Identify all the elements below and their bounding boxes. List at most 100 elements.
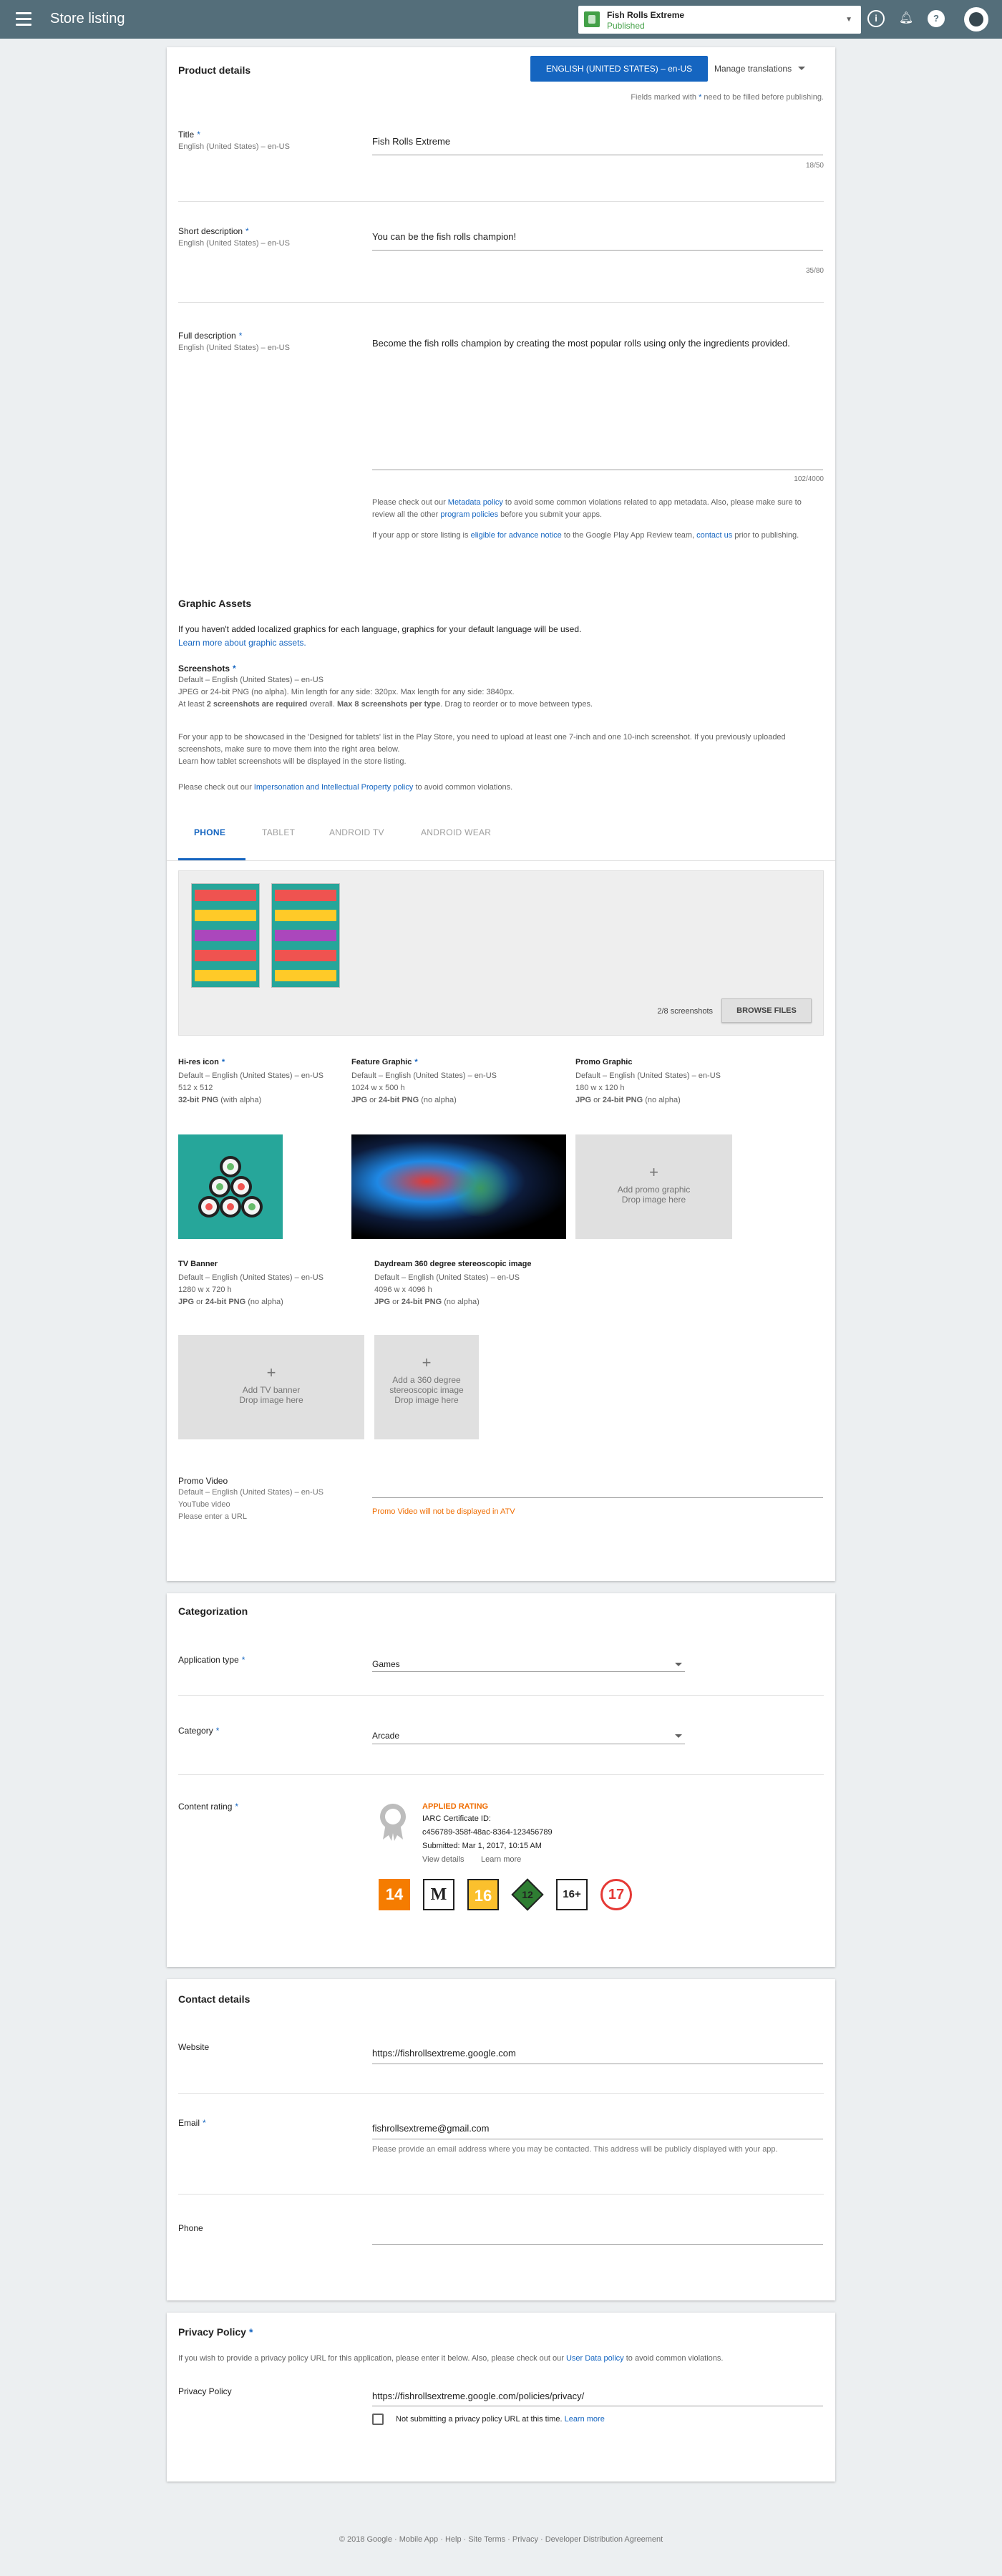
section-title-product: Product details [178, 64, 251, 76]
daydream-default: Default – English (United States) – en-U… [374, 1273, 520, 1282]
product-details-card: Product details ENGLISH (UNITED STATES) … [167, 47, 835, 1581]
website-label: Website [178, 2042, 210, 2052]
daydream-size: 4096 w x 4096 h [374, 1285, 432, 1294]
promo-format: JPG or 24-bit PNG (no alpha) [575, 1096, 681, 1104]
tab-phone[interactable]: PHONE [194, 827, 225, 837]
full-desc-counter: 102/4000 [794, 475, 824, 483]
content-rating-label: Content rating * [178, 1802, 239, 1812]
daydream-dropzone[interactable]: + Add a 360 degree stereoscopic image Dr… [374, 1335, 479, 1439]
tablet-learn-link[interactable]: Learn how tablet screenshots will be dis… [178, 756, 407, 768]
screenshots-spec: JPEG or 24-bit PNG (no alpha). Min lengt… [178, 688, 515, 696]
feature-format: JPG or 24-bit PNG (no alpha) [351, 1096, 457, 1104]
app-type-underline [372, 1671, 685, 1672]
tab-android-tv[interactable]: ANDROID TV [329, 827, 384, 837]
app-switcher[interactable]: Fish Rolls Extreme Published ▼ [578, 6, 861, 34]
program-policies-link[interactable]: program policies [440, 510, 498, 519]
daydream-format: JPG or 24-bit PNG (no alpha) [374, 1298, 480, 1306]
app-type-select[interactable]: Games [372, 1659, 400, 1669]
title-label: Title * [178, 130, 200, 140]
tab-tablet[interactable]: TABLET [262, 827, 295, 837]
full-desc-input[interactable]: Become the fish rolls champion by creati… [372, 336, 823, 350]
rating-badge-iarc: 16+ [556, 1879, 588, 1910]
section-title-privacy: Privacy Policy * [178, 2326, 253, 2338]
required-note: Fields marked with * need to be filled b… [631, 93, 824, 102]
screenshots-requirements: At least 2 screenshots are required over… [178, 700, 593, 709]
learn-more-link[interactable]: Learn more [481, 1854, 521, 1866]
contact-us-link[interactable]: contact us [696, 531, 732, 540]
video-warning: Promo Video will not be displayed in ATV [372, 1507, 515, 1516]
user-data-policy-link[interactable]: User Data policy [566, 2354, 624, 2363]
divider [178, 201, 824, 202]
plus-icon: + [649, 1163, 658, 1181]
phone-label: Phone [178, 2223, 203, 2233]
email-label: Email * [178, 2118, 206, 2128]
tv-banner-dropzone[interactable]: + Add TV banner Drop image here [178, 1335, 364, 1439]
daydream-add-text: Add a 360 degree stereoscopic image [389, 1375, 464, 1395]
advance-notice-link[interactable]: eligible for advance notice [471, 531, 562, 540]
metadata-policy-note: Please check out our Metadata policy to … [372, 498, 802, 519]
app-status: Published [607, 21, 645, 31]
chevron-down-icon[interactable] [675, 1663, 682, 1666]
language-button[interactable]: ENGLISH (UNITED STATES) – en-US [530, 56, 708, 82]
tabs-divider [167, 860, 835, 861]
feature-graphic-image[interactable] [351, 1134, 566, 1239]
manage-translations-button[interactable]: Manage translations [714, 64, 806, 74]
screenshot-thumbnail[interactable] [191, 883, 260, 988]
help-icon[interactable]: ? [928, 10, 945, 27]
promo-graphic-label: Promo Graphic [575, 1058, 633, 1066]
tv-default: Default – English (United States) – en-U… [178, 1273, 324, 1282]
ip-policy-link[interactable]: Impersonation and Intellectual Property … [254, 783, 414, 792]
categorization-card: Categorization Application type * Games C… [167, 1593, 835, 1967]
menu-icon[interactable] [16, 12, 31, 26]
rating-badge-pegi: 16 [467, 1879, 499, 1910]
no-privacy-checkbox[interactable] [372, 2414, 384, 2425]
divider [178, 1695, 824, 1696]
metadata-policy-link[interactable]: Metadata policy [448, 498, 503, 507]
website-input[interactable]: https://fishrollsextreme.google.com [372, 2048, 516, 2059]
section-title-categorization: Categorization [178, 1605, 248, 1617]
screenshots-default: Default – English (United States) – en-U… [178, 676, 324, 684]
short-desc-input[interactable]: You can be the fish rolls champion! [372, 231, 516, 242]
email-input[interactable]: fishrollsextreme@gmail.com [372, 2123, 489, 2134]
screenshots-drop-area[interactable]: 2/8 screenshots BROWSE FILES [178, 870, 824, 1036]
app-avatar-icon [584, 11, 600, 27]
app-type-label: Application type * [178, 1655, 245, 1665]
category-select[interactable]: Arcade [372, 1731, 399, 1741]
privacy-policy-input[interactable]: https://fishrollsextreme.google.com/poli… [372, 2391, 584, 2401]
short-desc-lang: English (United States) – en-US [178, 239, 290, 248]
iarc-label: IARC Certificate ID: [422, 1814, 491, 1823]
video-default: Default – English (United States) – en-U… [178, 1488, 324, 1497]
no-privacy-checkbox-label: Not submitting a privacy policy URL at t… [396, 2415, 605, 2424]
classind-text: 12 [522, 1889, 533, 1900]
privacy-policy-label: Privacy Policy [178, 2386, 232, 2396]
promo-graphic-dropzone[interactable]: + Add promo graphic Drop image here [575, 1134, 732, 1239]
view-details-link[interactable]: View details [422, 1854, 464, 1866]
video-type: YouTube video [178, 1500, 230, 1509]
browse-files-button[interactable]: BROWSE FILES [721, 998, 812, 1023]
hires-size: 512 x 512 [178, 1084, 213, 1092]
graphics-learn-link[interactable]: Learn more about graphic assets. [178, 638, 306, 648]
tv-drop-text: Drop image here [239, 1395, 303, 1405]
tv-size: 1280 w x 720 h [178, 1285, 232, 1294]
privacy-learn-more-link[interactable]: Learn more [565, 2415, 605, 2424]
bell-icon[interactable]: 🔔︎ [898, 10, 915, 27]
title-input[interactable]: Fish Rolls Extreme [372, 136, 450, 147]
phone-input[interactable] [372, 2244, 823, 2245]
avatar[interactable] [964, 7, 988, 31]
short-underline [372, 250, 823, 251]
rating-badge-usk: 14 [379, 1879, 410, 1910]
feature-glow [448, 1160, 512, 1217]
promo-video-input[interactable] [372, 1497, 823, 1498]
promo-add-text: Add promo graphic [617, 1185, 691, 1195]
screenshot-thumbnail[interactable] [271, 883, 340, 988]
title-counter: 18/50 [805, 162, 824, 170]
privacy-intro: If you wish to provide a privacy policy … [178, 2354, 724, 2363]
hires-icon-image[interactable] [178, 1134, 283, 1239]
tab-android-wear[interactable]: ANDROID WEAR [421, 827, 491, 837]
info-icon[interactable]: i [867, 10, 885, 27]
applied-rating-title: APPLIED RATING [422, 1802, 489, 1811]
divider [178, 302, 824, 303]
divider [178, 2093, 824, 2094]
plus-icon: + [266, 1364, 276, 1381]
chevron-down-icon[interactable] [675, 1734, 682, 1738]
